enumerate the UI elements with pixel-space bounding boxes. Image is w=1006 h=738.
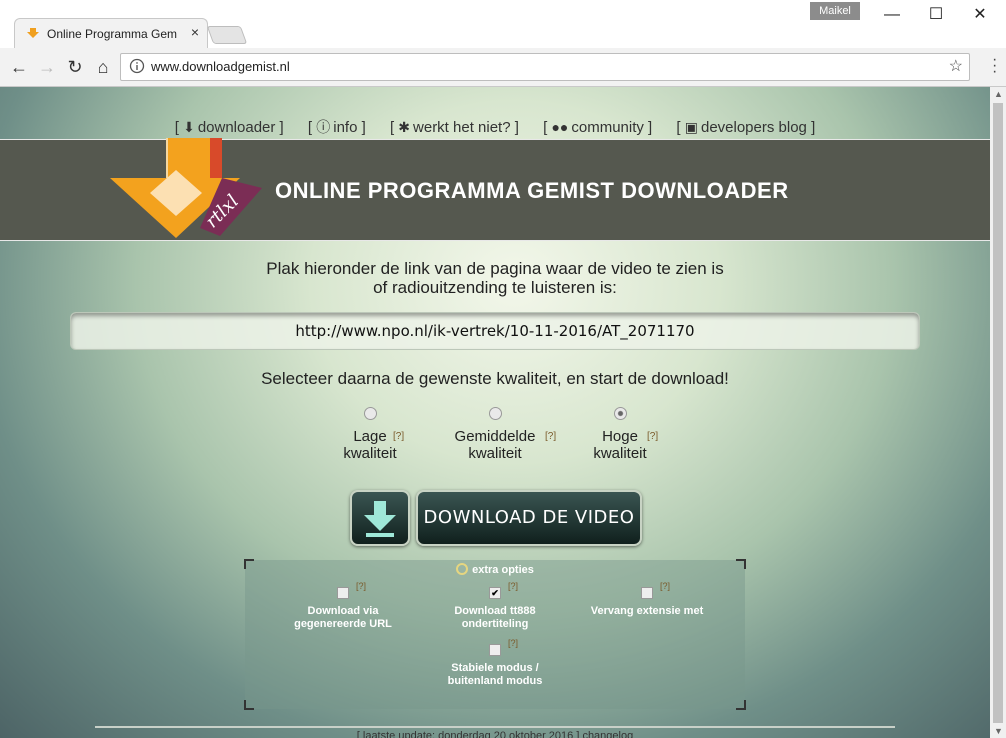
browser-titlebar: Online Programma Gemi × Maikel — ☐ ✕ xyxy=(0,0,1006,49)
profile-badge[interactable]: Maikel xyxy=(810,2,860,20)
nav-community[interactable]: [ ●● community ] xyxy=(543,119,652,136)
tab-title: Online Programma Gemi xyxy=(47,27,177,41)
nav-downloader[interactable]: [ ⬇ downloader ] xyxy=(175,119,284,136)
footer-text: [ laatste update: donderdag 20 oktober 2… xyxy=(356,730,634,738)
download-arrow-icon xyxy=(364,501,396,537)
close-window-button[interactable]: ✕ xyxy=(958,0,1002,30)
browser-toolbar: ← → ↻ ⌂ www.downloadgemist.nl ☆ · · · xyxy=(0,48,1006,87)
site-favicon-icon xyxy=(27,28,39,38)
option-generated-url-checkbox[interactable] xyxy=(337,587,349,599)
help-link[interactable]: [?] xyxy=(356,581,366,591)
browser-menu-icon[interactable]: · · · xyxy=(992,52,997,80)
nav-info[interactable]: [ ⓘ info ] xyxy=(308,119,366,136)
forward-button[interactable]: → xyxy=(36,56,58,78)
page-title: ONLINE PROGRAMMA GEMIST DOWNLOADER xyxy=(275,178,789,203)
extra-options-toggle[interactable]: extra opties xyxy=(245,563,745,576)
help-link[interactable]: [?] xyxy=(508,638,518,648)
download-icon-button[interactable] xyxy=(350,490,410,546)
minimize-button[interactable]: — xyxy=(870,0,914,30)
extra-options-panel: extra opties Download via gegenereerde U… xyxy=(244,559,746,710)
tab-close-icon[interactable]: × xyxy=(191,24,199,40)
scroll-up-icon[interactable]: ▲ xyxy=(994,89,1003,99)
nav-werkt-het-niet[interactable]: [ ✱ werkt het niet? ] xyxy=(390,119,519,136)
quality-high-radio[interactable] xyxy=(613,407,627,420)
help-link[interactable]: [?] xyxy=(647,431,658,442)
help-link[interactable]: [?] xyxy=(508,581,518,591)
info-icon: ⓘ xyxy=(316,119,331,135)
panel-corner xyxy=(736,700,746,710)
browser-tab[interactable]: Online Programma Gemi × xyxy=(14,18,208,49)
book-icon: ▣ xyxy=(684,119,698,135)
quality-medium-radio[interactable] xyxy=(488,407,502,420)
quality-option-low[interactable]: Lage kwaliteit xyxy=(310,407,430,462)
bug-icon: ✱ xyxy=(398,119,411,135)
quality-low-radio[interactable] xyxy=(363,407,377,420)
new-tab-button[interactable] xyxy=(206,26,248,44)
download-icon: ⬇ xyxy=(183,119,195,135)
panel-corner xyxy=(244,700,254,710)
maximize-button[interactable]: ☐ xyxy=(914,0,958,30)
instruction-text: Plak hieronder de link van de pagina waa… xyxy=(266,259,724,297)
option-subtitles[interactable]: ✔ Download tt888 ondertiteling xyxy=(420,587,570,631)
option-replace-extension-checkbox[interactable] xyxy=(641,587,653,599)
footer-divider xyxy=(95,726,895,728)
site-nav: [ ⬇ downloader ] [ ⓘ info ] [ ✱ werkt het n… xyxy=(0,117,990,137)
back-button[interactable]: ← xyxy=(8,56,30,78)
select-quality-text: Selecteer daarna de gewenste kwaliteit, … xyxy=(261,369,729,388)
site-banner: rtlxl ONLINE PROGRAMMA GEMIST DOWNLOADER xyxy=(0,138,990,241)
help-link[interactable]: [?] xyxy=(660,581,670,591)
page-content: [ ⬇ downloader ] [ ⓘ info ] [ ✱ werkt het n… xyxy=(0,87,990,738)
toggle-circle-icon xyxy=(456,563,469,575)
address-bar[interactable]: www.downloadgemist.nl ☆ xyxy=(120,53,970,81)
scroll-down-icon[interactable]: ▼ xyxy=(994,726,1003,736)
video-url-input[interactable]: http://www.npo.nl/ik-vertrek/10-11-2016/… xyxy=(70,312,920,350)
option-subtitles-checkbox[interactable]: ✔ xyxy=(489,587,501,599)
url-text: www.downloadgemist.nl xyxy=(151,59,290,74)
site-logo: rtlxl xyxy=(110,138,262,238)
option-replace-extension[interactable]: Vervang extensie met xyxy=(572,587,722,618)
users-icon: ●● xyxy=(551,119,569,135)
option-stable-mode[interactable]: Stabiele modus / buitenland modus xyxy=(420,644,570,688)
quality-option-medium[interactable]: Gemiddelde kwaliteit xyxy=(435,407,555,462)
nav-developers-blog[interactable]: [ ▣ developers blog ] xyxy=(676,119,815,136)
home-button[interactable]: ⌂ xyxy=(92,56,114,78)
quality-option-high[interactable]: Hoge kwaliteit xyxy=(560,407,680,462)
scroll-thumb[interactable] xyxy=(993,103,1003,723)
page-scrollbar[interactable]: ▲ ▼ xyxy=(990,87,1006,738)
bookmark-star-icon[interactable]: ☆ xyxy=(949,56,963,76)
help-link[interactable]: [?] xyxy=(393,431,404,442)
info-icon[interactable] xyxy=(129,58,145,74)
reload-button[interactable]: ↻ xyxy=(64,56,86,78)
option-generated-url[interactable]: Download via gegenereerde URL xyxy=(268,587,418,631)
option-stable-mode-checkbox[interactable] xyxy=(489,644,501,656)
download-video-button[interactable]: DOWNLOAD DE VIDEO xyxy=(416,490,642,546)
help-link[interactable]: [?] xyxy=(545,431,556,442)
